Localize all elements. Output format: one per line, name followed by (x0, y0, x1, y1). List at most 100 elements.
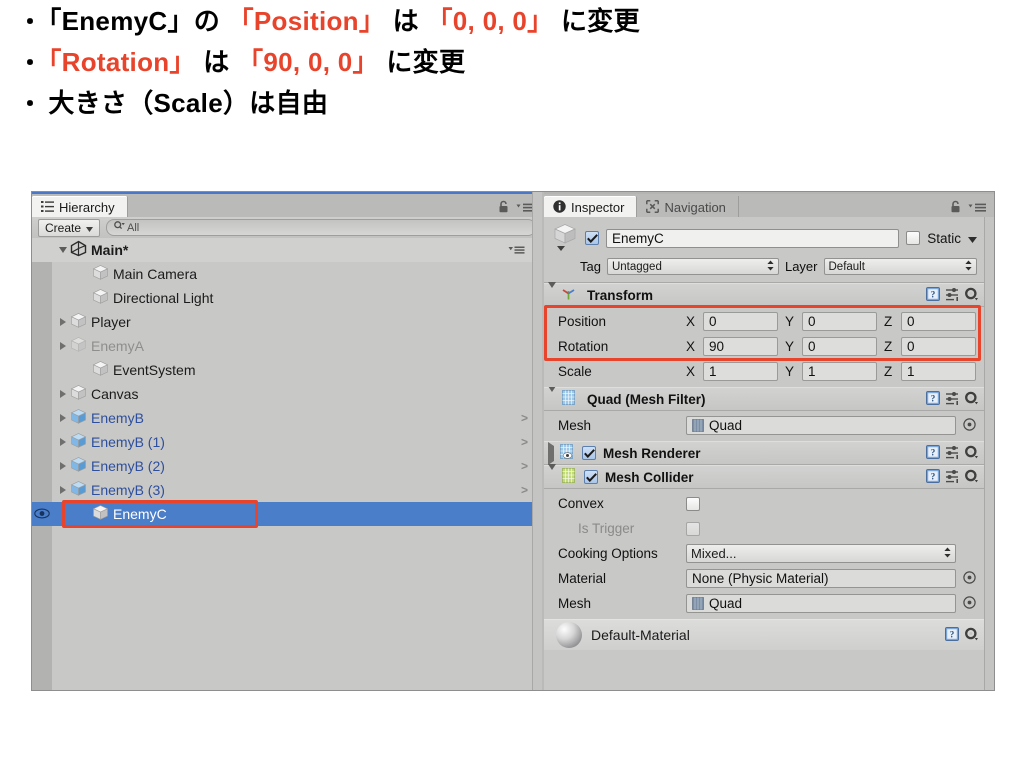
prefab-open-arrow-icon[interactable]: > (521, 435, 528, 449)
preset-icon[interactable] (945, 445, 959, 462)
prefab-open-arrow-icon[interactable]: > (521, 411, 528, 425)
foldout-right-icon[interactable] (56, 412, 69, 425)
foldout-right-icon[interactable] (56, 436, 69, 449)
help-book-icon[interactable]: ? (926, 390, 940, 408)
help-book-icon[interactable]: ? (926, 444, 940, 462)
transform-position-y-input[interactable]: 0 (802, 312, 877, 331)
hierarchy-item-label: Canvas (91, 386, 139, 402)
scene-menu-icon[interactable] (508, 242, 525, 258)
help-book-icon[interactable]: ? (945, 626, 959, 644)
is-trigger-label: Is Trigger (578, 521, 635, 536)
hierarchy-item-label: EnemyC (113, 506, 167, 522)
foldout-right-icon[interactable] (56, 316, 69, 329)
hierarchy-item-enemyb-2[interactable]: EnemyB (2) > (32, 454, 533, 478)
hierarchy-item-enemyb[interactable]: EnemyB > (32, 406, 533, 430)
static-dropdown-icon[interactable] (968, 231, 977, 246)
foldout-down-icon[interactable] (548, 281, 556, 303)
hierarchy-item-directional-light[interactable]: Directional Light (32, 286, 533, 310)
transform-scale-z-input[interactable]: 1 (901, 362, 976, 381)
object-picker-icon[interactable] (963, 417, 976, 434)
mesh-filter-mesh-field[interactable]: Quad (686, 416, 956, 435)
hierarchy-item-enemya[interactable]: EnemyA (32, 334, 533, 358)
tag-dropdown[interactable]: Untagged (606, 258, 779, 275)
transform-rotation-y-input[interactable]: 0 (802, 337, 877, 356)
layer-dropdown[interactable]: Default (823, 258, 977, 275)
hierarchy-scene-row[interactable]: Main* (32, 238, 533, 262)
object-picker-icon[interactable] (963, 595, 976, 612)
hierarchy-item-eventsystem[interactable]: EventSystem (32, 358, 533, 382)
tab-inspector[interactable]: Inspector (544, 196, 638, 219)
axis-z-label: Z (884, 364, 893, 379)
collider-mesh-field[interactable]: Quad (686, 594, 956, 613)
hierarchy-item-enemyc[interactable]: EnemyC (32, 502, 533, 526)
transform-header[interactable]: Transform ? (544, 281, 985, 307)
mesh-collider-title: Mesh Collider (605, 469, 694, 485)
cooking-options-dropdown[interactable]: Mixed... (686, 544, 956, 563)
foldout-right-icon[interactable] (56, 388, 69, 401)
convex-checkbox[interactable] (686, 496, 700, 511)
mesh-filter-header[interactable]: Quad (Mesh Filter) ? (544, 385, 985, 411)
foldout-down-icon[interactable] (548, 385, 556, 407)
gameobject-enabled-checkbox[interactable] (585, 231, 599, 245)
mesh-collider-enabled-checkbox[interactable] (584, 470, 598, 484)
hierarchy-tree[interactable]: Main* Main Camera Directional Light Player E… (32, 238, 533, 690)
mesh-renderer-enabled-checkbox[interactable] (582, 446, 596, 460)
inspector-scrollbar[interactable] (984, 217, 994, 690)
lock-icon[interactable] (498, 200, 509, 216)
hamburger-menu-icon[interactable] (968, 201, 986, 216)
hierarchy-item-canvas[interactable]: Canvas (32, 382, 533, 406)
foldout-down-icon[interactable] (56, 244, 69, 257)
gameobject-name-input[interactable]: EnemyC (606, 228, 900, 248)
transform-position-z-input[interactable]: 0 (901, 312, 976, 331)
object-picker-icon[interactable] (963, 570, 976, 587)
tab-navigation[interactable]: Navigation (637, 196, 739, 219)
material-preview-header[interactable]: Default-Material ? (544, 619, 985, 650)
search-input[interactable]: All (106, 219, 536, 236)
inspector-tabbar: Inspector Navigation (544, 192, 994, 219)
visibility-eye-icon[interactable] (34, 506, 50, 522)
gear-icon[interactable] (964, 391, 979, 408)
transform-scale-x-input[interactable]: 1 (703, 362, 778, 381)
hierarchy-scrollbar[interactable] (532, 192, 542, 690)
help-book-icon[interactable]: ? (926, 286, 940, 304)
tab-hierarchy[interactable]: Hierarchy (32, 196, 128, 219)
transform-rotation-z-input[interactable]: 0 (901, 337, 976, 356)
preset-icon[interactable] (945, 391, 959, 408)
mesh-renderer-header[interactable]: Mesh Renderer ? (544, 441, 985, 465)
physic-material-row: Material None (Physic Material) (544, 566, 985, 591)
physic-material-field[interactable]: None (Physic Material) (686, 569, 956, 588)
gear-icon[interactable] (964, 445, 979, 462)
mesh-collider-header[interactable]: Mesh Collider ? (544, 463, 985, 489)
foldout-right-icon[interactable] (56, 484, 69, 497)
create-button-label: Create (45, 220, 82, 235)
hierarchy-item-player[interactable]: Player (32, 310, 533, 334)
physic-material-value: None (Physic Material) (692, 571, 829, 586)
mesh-filter-properties: Mesh Quad (544, 411, 985, 441)
bullet-dot: ・ (18, 50, 43, 77)
inspector-body: EnemyC Static Tag Untagged Layer Default… (544, 217, 985, 690)
bullet-segment-1: 「Rotation」 (48, 47, 196, 77)
lock-icon[interactable] (950, 200, 961, 216)
prefab-open-arrow-icon[interactable]: > (521, 483, 528, 497)
help-book-icon[interactable]: ? (926, 468, 940, 486)
hierarchy-item-enemyb-3[interactable]: EnemyB (3) > (32, 478, 533, 502)
foldout-down-icon[interactable] (548, 463, 556, 485)
foldout-right-icon[interactable] (548, 441, 554, 465)
transform-rotation-x-input[interactable]: 90 (703, 337, 778, 356)
gear-icon[interactable] (964, 469, 979, 486)
hierarchy-item-enemyb-1[interactable]: EnemyB (1) > (32, 430, 533, 454)
static-checkbox[interactable] (906, 231, 921, 245)
gear-icon[interactable] (964, 627, 979, 644)
cooking-options-value: Mixed... (691, 546, 737, 561)
prefab-open-arrow-icon[interactable]: > (521, 459, 528, 473)
create-button[interactable]: Create (38, 218, 101, 237)
transform-scale-y-input[interactable]: 1 (802, 362, 877, 381)
transform-position-x-input[interactable]: 0 (703, 312, 778, 331)
gear-icon[interactable] (964, 287, 979, 304)
preset-icon[interactable] (945, 287, 959, 304)
preset-icon[interactable] (945, 469, 959, 486)
foldout-right-icon[interactable] (56, 340, 69, 353)
foldout-spacer (78, 508, 91, 521)
foldout-right-icon[interactable] (56, 460, 69, 473)
hierarchy-item-main-camera[interactable]: Main Camera (32, 262, 533, 286)
